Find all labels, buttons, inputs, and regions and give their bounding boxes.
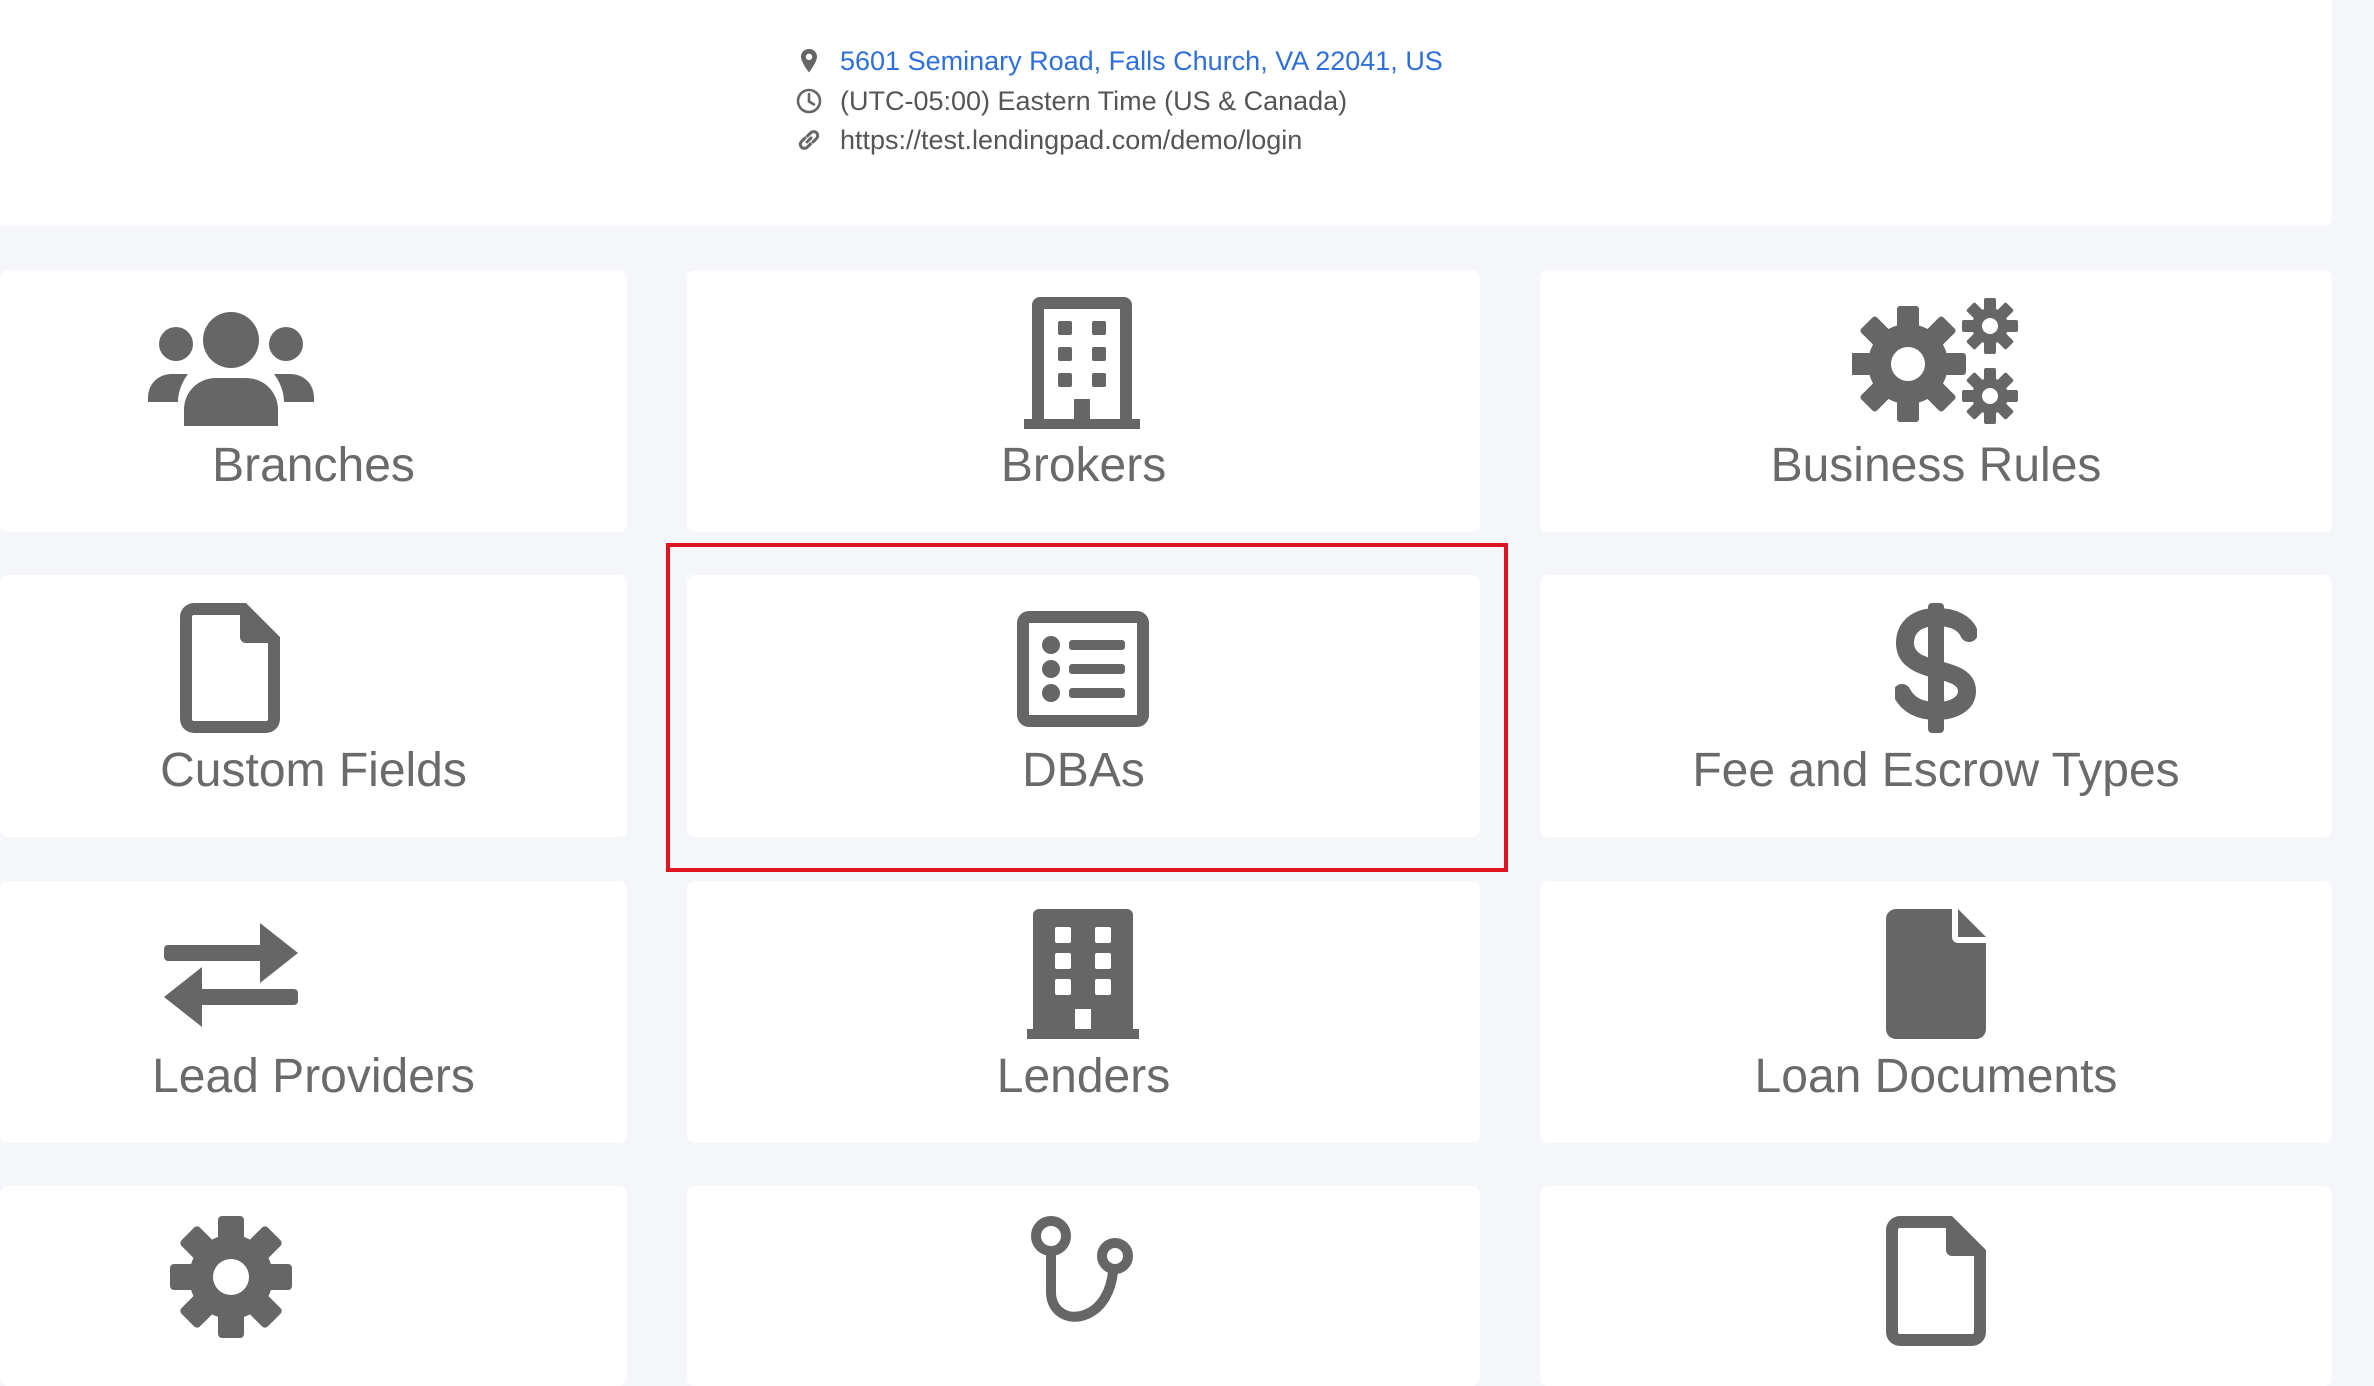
tile-lead-providers[interactable]: Lead Providers: [0, 881, 627, 1143]
tile-label: Business Rules: [1770, 439, 2102, 492]
tile-label: Lead Providers: [152, 1050, 475, 1103]
tile-fee-escrow-types[interactable]: Fee and Escrow Types: [1540, 575, 2332, 837]
tile-label: Brokers: [1000, 439, 1167, 492]
exchange-icon: [164, 923, 298, 1027]
url-row: https://test.lendingpad.com/demo/login: [794, 120, 1302, 160]
tile-label: Branches: [212, 439, 415, 492]
dollar-icon: [1895, 603, 1977, 733]
tile-business-rules[interactable]: Business Rules: [1540, 270, 2332, 532]
tile-label: Custom Fields: [160, 744, 467, 797]
building-outline-icon: [1024, 297, 1140, 429]
gear-icon: [170, 1216, 292, 1338]
tile-label: Lenders: [996, 1050, 1171, 1103]
tile-lenders[interactable]: Lenders: [687, 881, 1480, 1143]
clock-icon: [794, 86, 824, 116]
tile-document-partial[interactable]: [1540, 1186, 2332, 1386]
login-url-text: https://test.lendingpad.com/demo/login: [840, 124, 1303, 155]
file-solid-icon: [1886, 909, 1986, 1039]
timezone-row: (UTC-05:00) Eastern Time (US & Canada): [794, 81, 1347, 121]
tile-loan-documents[interactable]: Loan Documents: [1540, 881, 2332, 1143]
location-header-card: 5601 Seminary Road, Falls Church, VA 220…: [0, 0, 2332, 226]
list-alt-icon: [1017, 611, 1149, 727]
tile-brokers[interactable]: Brokers: [687, 270, 1480, 532]
file-outline-icon: [180, 603, 280, 733]
tile-label: Loan Documents: [1754, 1050, 2118, 1103]
address-link[interactable]: 5601 Seminary Road, Falls Church, VA 220…: [840, 46, 1443, 77]
tile-label: Fee and Escrow Types: [1692, 744, 2180, 797]
map-marker-icon: [794, 46, 824, 76]
timezone-text: (UTC-05:00) Eastern Time (US & Canada): [840, 85, 1348, 116]
tile-settings-partial[interactable]: [0, 1186, 627, 1386]
gears-icon: [1852, 296, 2022, 424]
tile-branches[interactable]: Branches: [0, 270, 627, 532]
file-outline-icon: [1886, 1216, 1986, 1346]
users-icon: [148, 306, 314, 426]
tile-label: DBAs: [1022, 744, 1145, 797]
tile-dbas[interactable]: DBAs: [687, 575, 1480, 837]
tile-route-partial[interactable]: [687, 1186, 1480, 1386]
route-icon: [1031, 1216, 1135, 1326]
address-row[interactable]: 5601 Seminary Road, Falls Church, VA 220…: [794, 41, 1443, 81]
building-solid-icon: [1027, 909, 1139, 1039]
link-icon: [794, 125, 824, 155]
tile-custom-fields[interactable]: Custom Fields: [0, 575, 627, 837]
